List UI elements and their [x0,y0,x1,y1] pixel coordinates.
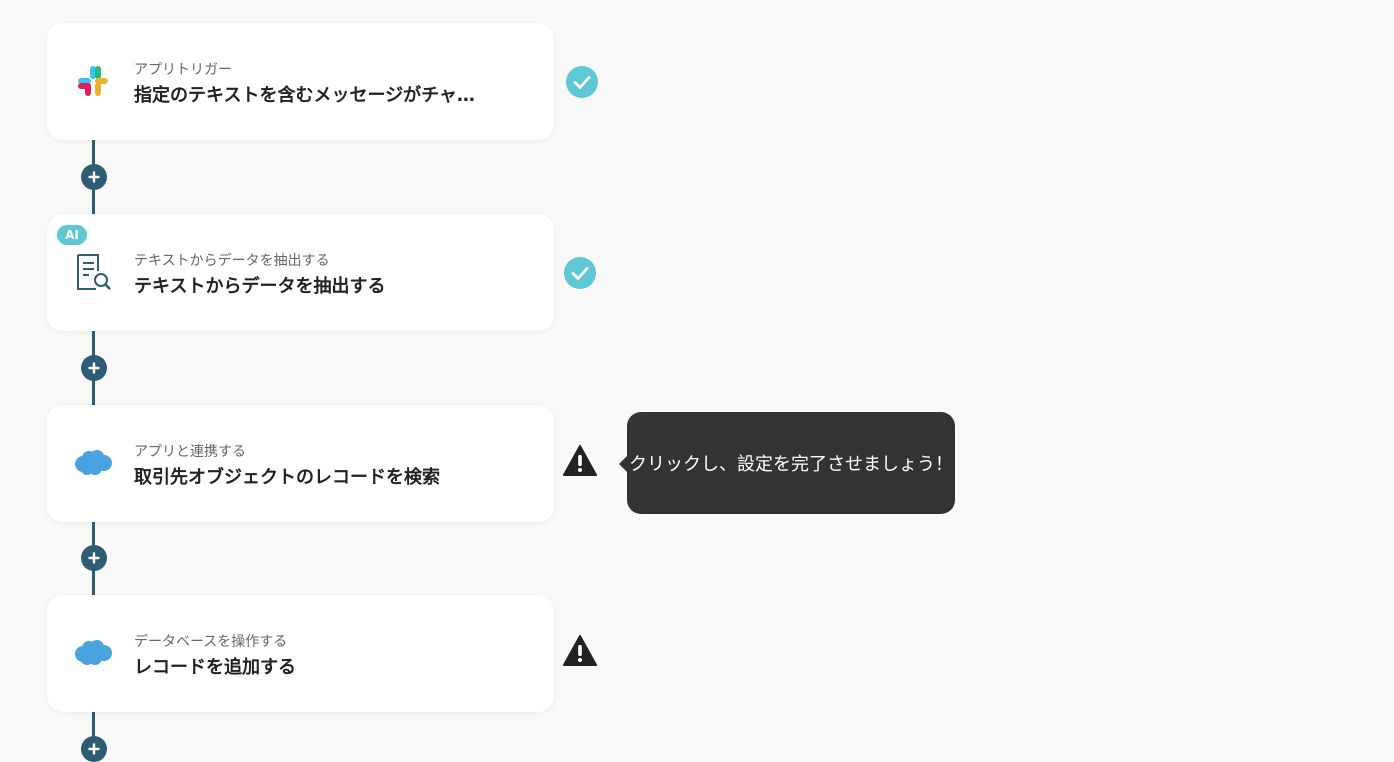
check-icon [563,256,597,290]
slack-icon [73,61,113,101]
setup-tooltip: クリックし、設定を完了させましょう！ [619,412,955,514]
flow-step-card[interactable]: アプリと連携する 取引先オブジェクトのレコードを検索 [47,405,554,522]
flow-step-card[interactable]: データベースを操作する レコードを追加する [47,595,554,712]
document-search-icon [73,252,113,292]
step-subtitle: テキストからデータを抽出する [134,253,330,269]
add-step-button[interactable] [81,355,107,381]
step-title: テキストからデータを抽出する [134,276,386,297]
step-title: レコードを追加する [134,657,296,678]
step-subtitle: データベースを操作する [134,634,288,650]
add-step-button[interactable] [81,736,107,762]
flow-step-card[interactable]: AI テキストからデータを抽出する テキストからデータを抽出する [47,214,554,331]
salesforce-icon [73,633,113,673]
plus-icon [88,743,100,755]
warning-icon [563,444,597,478]
check-icon [565,65,599,99]
add-step-button[interactable] [81,545,107,571]
salesforce-icon [73,443,113,483]
step-title: 取引先オブジェクトのレコードを検索 [134,467,440,488]
plus-icon [88,552,100,564]
plus-icon [88,171,100,183]
add-step-button[interactable] [81,164,107,190]
step-subtitle: アプリトリガー [134,62,232,78]
ai-badge: AI [57,225,87,245]
plus-icon [88,362,100,374]
step-title: 指定のテキストを含むメッセージがチャンネルに投稿されたら [134,85,479,106]
flow-step-card[interactable]: アプリトリガー 指定のテキストを含むメッセージがチャンネルに投稿されたら [47,23,554,140]
step-subtitle: アプリと連携する [134,444,246,460]
warning-icon [563,634,597,668]
